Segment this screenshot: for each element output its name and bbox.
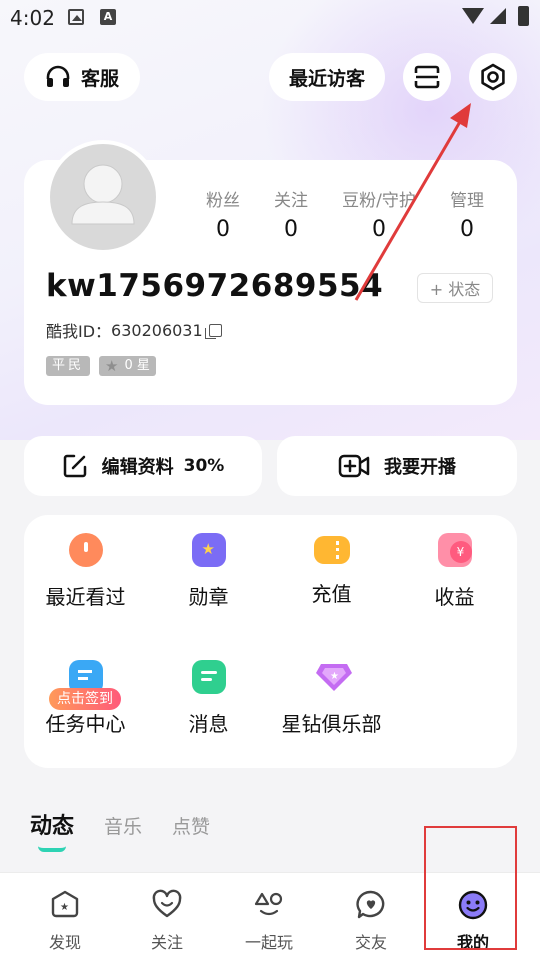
star-badge-label: 0 星 [124, 358, 150, 373]
stat-fans-guard[interactable]: 豆粉/守护 0 [333, 186, 425, 242]
stat-fans[interactable]: 粉丝 0 [196, 186, 250, 242]
stat-value: 0 [284, 217, 298, 242]
active-tab-indicator [38, 846, 66, 852]
chat-bubble-icon [191, 660, 226, 694]
nav-label: 一起玩 [244, 933, 293, 952]
stat-label: 粉丝 [206, 191, 240, 211]
username: kw1756972689554 [46, 268, 384, 304]
grid-item-diamond-club[interactable]: ★ 星钻俱乐部 [270, 660, 393, 737]
svg-text:★: ★ [330, 671, 339, 682]
discover-icon: ★ [51, 890, 79, 918]
start-live-button[interactable]: 我要开播 [277, 436, 517, 496]
stat-label: 豆粉/守护 [342, 191, 416, 211]
edit-profile-label: 编辑资料 [101, 457, 174, 478]
grid-item-label: 任务中心 [45, 712, 126, 736]
grid-item-medals[interactable]: ★ 勋章 [147, 533, 270, 610]
nav-label: 关注 [150, 933, 183, 952]
status-time: 4:02 [10, 6, 55, 30]
edit-profile-button[interactable]: 编辑资料 30% [24, 436, 262, 496]
stat-label: 关注 [274, 191, 308, 211]
annotation-highlight-box [424, 826, 517, 950]
grid-item-label: 最近看过 [45, 585, 126, 609]
stat-label: 管理 [450, 191, 484, 211]
grid-item-label: 消息 [188, 712, 229, 736]
grid-item-recharge[interactable]: 充值 [270, 533, 393, 607]
headset-icon [46, 65, 70, 87]
medal-icon: ★ [191, 533, 226, 567]
copy-icon[interactable] [204, 323, 222, 339]
customer-service-button[interactable]: 客服 [24, 53, 140, 101]
grid-item-label: 收益 [434, 585, 475, 609]
status-button[interactable]: + 状态 [417, 273, 493, 303]
scan-icon [414, 65, 440, 89]
sign-in-tag[interactable]: 点击签到 [49, 688, 121, 710]
svg-text:★: ★ [60, 902, 69, 913]
ticket-icon [313, 536, 350, 564]
wifi-icon [462, 8, 484, 24]
image-notification-icon [68, 9, 84, 25]
heart-icon [152, 889, 182, 918]
stat-value: 0 [460, 217, 474, 242]
grid-item-label: 充值 [311, 582, 352, 606]
start-live-label: 我要开播 [384, 457, 456, 478]
grid-item-earnings[interactable]: ¥ 收益 [393, 533, 516, 610]
text-notification-icon: A [100, 9, 116, 25]
level-badge: 平民 [46, 356, 91, 376]
grid-item-label: 星钻俱乐部 [281, 712, 382, 736]
feed-tabs: 动态 音乐 点赞 [30, 808, 240, 840]
nav-label: 交友 [354, 933, 387, 952]
signal-icon [490, 8, 506, 24]
tab-music[interactable]: 音乐 [104, 812, 142, 839]
star-icon: ★ [105, 357, 119, 375]
kuwo-id-value: 630206031 [111, 320, 203, 340]
grid-item-label: 勋章 [188, 585, 229, 609]
star-badge: ★ 0 星 [99, 356, 156, 376]
stat-value: 0 [372, 217, 386, 242]
nav-discover[interactable]: ★ 发现 [25, 889, 105, 953]
grid-item-messages[interactable]: 消息 [147, 660, 270, 737]
settings-button[interactable] [469, 53, 517, 101]
nav-following[interactable]: 关注 [127, 889, 207, 953]
diamond-icon: ★ [315, 660, 352, 694]
video-camera-icon [338, 454, 370, 478]
scan-button[interactable] [403, 53, 451, 101]
kuwo-id-row: 酷我ID： 630206031 [46, 318, 222, 342]
tab-moments[interactable]: 动态 [30, 808, 74, 840]
default-avatar-icon [71, 164, 135, 225]
status-bar: 4:02 A [0, 0, 540, 36]
recent-visitors-label: 最近访客 [288, 67, 365, 90]
nav-friends[interactable]: 交友 [331, 889, 411, 953]
nav-label: 发现 [48, 933, 81, 952]
edit-profile-progress: 30% [183, 456, 225, 476]
nav-play-together[interactable]: 一起玩 [229, 889, 309, 953]
alarm-clock-icon [68, 533, 103, 567]
stat-following[interactable]: 关注 0 [264, 186, 318, 242]
shapes-icon [254, 892, 283, 916]
recent-visitors-button[interactable]: 最近访客 [269, 53, 385, 101]
customer-service-label: 客服 [80, 67, 119, 90]
tab-likes[interactable]: 点赞 [172, 812, 210, 839]
kuwo-id-label: 酷我ID： [46, 322, 112, 341]
stat-admin[interactable]: 管理 0 [440, 186, 494, 242]
stat-value: 0 [216, 217, 230, 242]
battery-icon [518, 6, 529, 26]
avatar[interactable] [46, 140, 160, 254]
edit-icon [63, 454, 86, 478]
grid-item-recently-viewed[interactable]: 最近看过 [24, 533, 147, 610]
coin-wallet-icon: ¥ [437, 533, 472, 567]
gear-icon [481, 63, 505, 91]
chat-heart-icon [356, 890, 385, 919]
